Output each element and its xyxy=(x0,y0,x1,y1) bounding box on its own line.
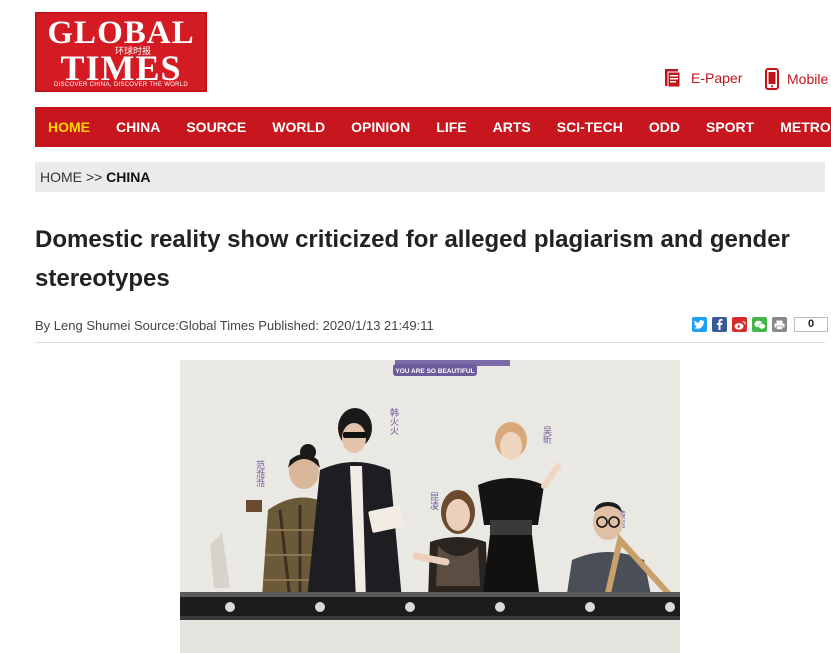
global-times-logo[interactable]: GLOBAL 环球时报 TIMES DISCOVER CHINA, DISCOV… xyxy=(35,12,207,92)
nav-item-opinion[interactable]: OPINION xyxy=(338,107,423,147)
wechat-icon[interactable] xyxy=(752,317,767,332)
nav-item-arts[interactable]: ARTS xyxy=(480,107,544,147)
nav-item-world[interactable]: WORLD xyxy=(259,107,338,147)
name-label: 吴昕 xyxy=(541,426,552,445)
epaper-icon xyxy=(665,69,681,88)
epaper-link[interactable]: E-Paper xyxy=(663,68,742,88)
article-byline: By Leng Shumei Source:Global Times Publi… xyxy=(35,318,434,333)
mobile-link[interactable]: Mobile xyxy=(765,68,828,90)
logo-tagline: DISCOVER CHINA, DISCOVER THE WORLD xyxy=(53,82,189,88)
weibo-icon[interactable] xyxy=(732,317,747,332)
article-title: Domestic reality show criticized for all… xyxy=(35,226,790,292)
poster-banner-text: YOU ARE SO BEAUTIFUL xyxy=(395,368,474,375)
nav-item-china[interactable]: CHINA xyxy=(103,107,173,147)
breadcrumb-separator: >> xyxy=(85,169,103,185)
breadcrumb-home-link[interactable]: HOME xyxy=(40,169,82,185)
breadcrumb-current-link[interactable]: CHINA xyxy=(106,169,150,185)
nav-item-life[interactable]: LIFE xyxy=(423,107,479,147)
print-icon[interactable] xyxy=(772,317,787,332)
twitter-icon[interactable] xyxy=(692,317,707,332)
breadcrumb: HOME >> CHINA xyxy=(35,162,825,192)
share-bar: 0 xyxy=(692,317,828,332)
epaper-label: E-Paper xyxy=(691,70,743,86)
name-label: 范湉湉 xyxy=(254,459,265,488)
mobile-phone-icon xyxy=(765,68,779,90)
nav-item-source[interactable]: SOURCE xyxy=(173,107,259,147)
article-photo: YOU ARE SO BEAUTIFUL 范湉湉 韩火火 昆凌 吴昕 黄吉 xyxy=(180,360,680,653)
nav-item-sport[interactable]: SPORT xyxy=(693,107,767,147)
nav-item-metro[interactable]: METRO xyxy=(767,107,831,147)
nav-item-home[interactable]: HOME xyxy=(35,107,103,147)
reality-show-poster: YOU ARE SO BEAUTIFUL 范湉湉 韩火火 昆凌 吴昕 黄吉 xyxy=(180,360,680,653)
name-label: 昆凌 xyxy=(428,492,439,511)
main-nav: HOME CHINA SOURCE WORLD OPINION LIFE ARTS SCI-T… xyxy=(35,107,831,147)
nav-item-odd[interactable]: ODD xyxy=(636,107,693,147)
facebook-icon[interactable] xyxy=(712,317,727,332)
name-label: 韩火火 xyxy=(388,407,399,435)
mobile-label: Mobile xyxy=(787,71,829,87)
byline-divider xyxy=(35,342,825,343)
share-count: 0 xyxy=(794,317,828,332)
nav-item-sci-tech[interactable]: SCI-TECH xyxy=(544,107,636,147)
